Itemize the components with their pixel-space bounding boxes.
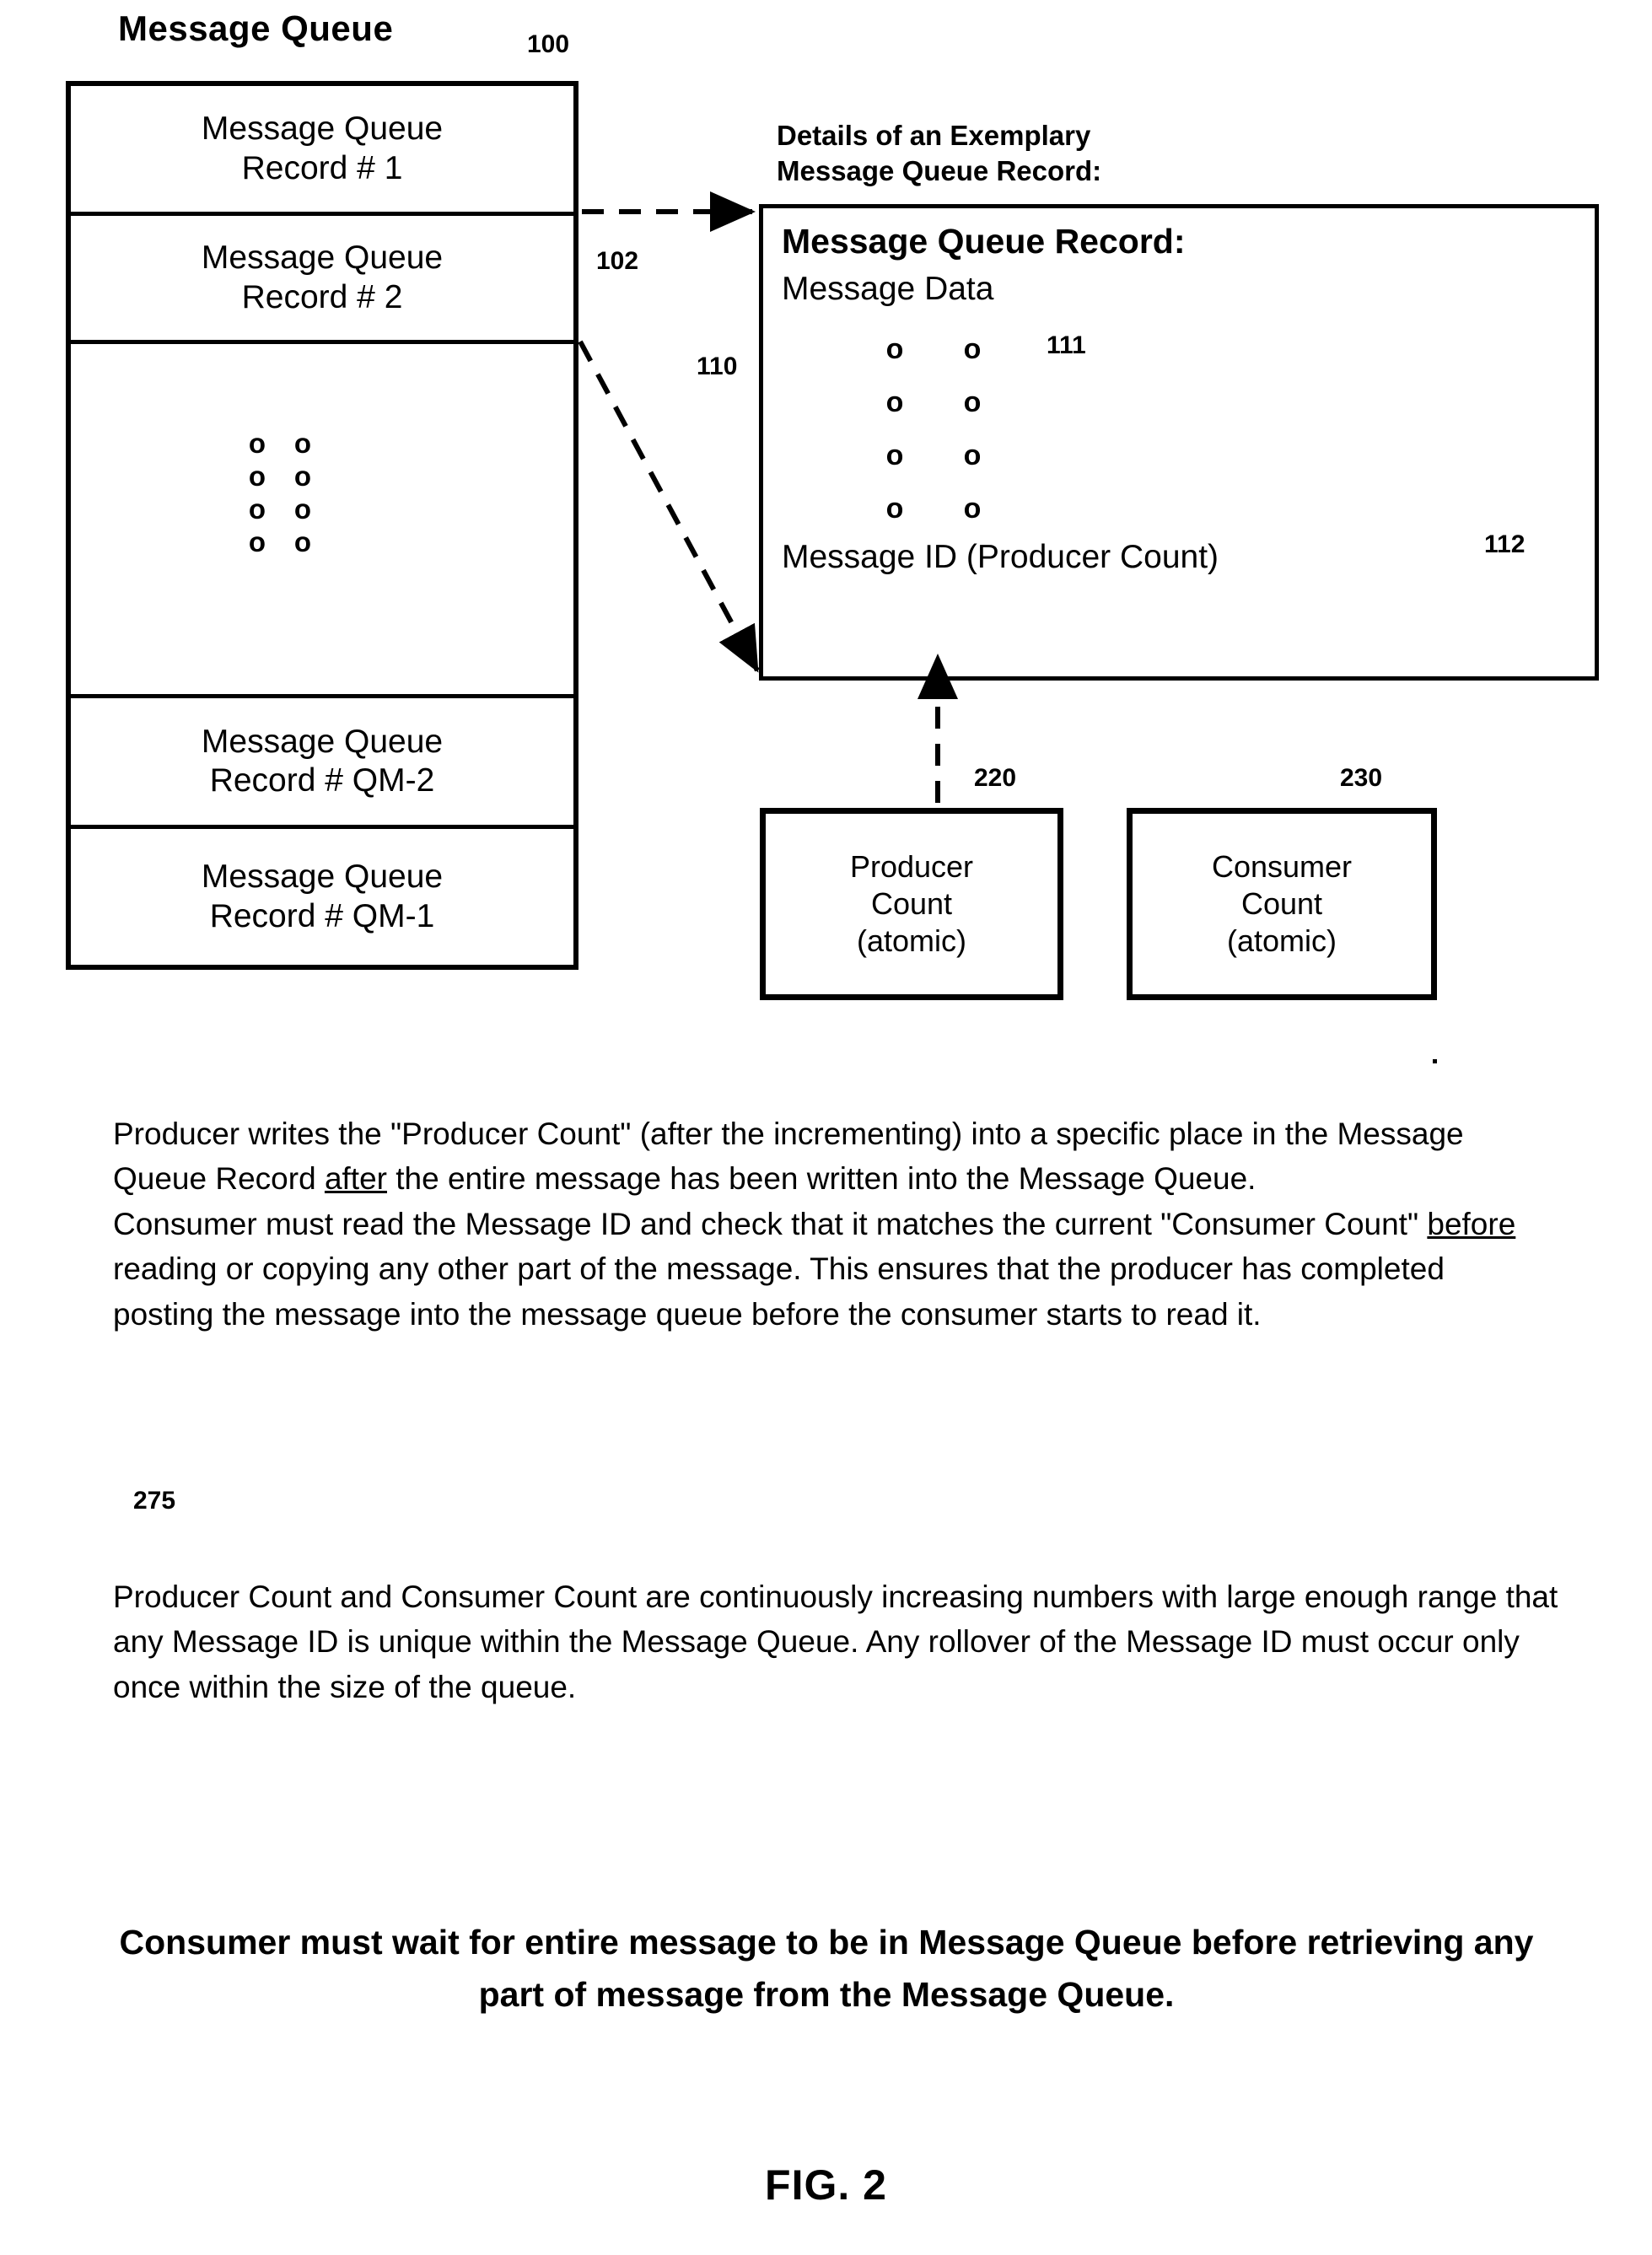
exemplary-message-queue-record-box: Message Queue Record: Message Data ooooo… xyxy=(759,204,1599,681)
reference-numeral-102: 102 xyxy=(596,247,639,275)
producer-count-line-2: Count xyxy=(870,886,953,922)
explanatory-text-block-2: Producer Count and Consumer Count are co… xyxy=(113,1574,1563,1709)
message-queue-record-row: Message Queue Record # QM-2 xyxy=(71,698,573,829)
record-line-1: Message Queue xyxy=(201,858,444,896)
record-line-2: Record # QM-2 xyxy=(209,762,435,799)
reference-numeral-220: 220 xyxy=(974,764,1017,792)
queue-ellipsis-dot: o xyxy=(248,428,266,459)
scan-speck xyxy=(1433,1059,1437,1063)
queue-ellipsis-dot: o xyxy=(248,493,266,525)
reference-numeral-111: 111 xyxy=(1047,331,1086,359)
record-box-title: Message Queue Record: xyxy=(782,222,1186,261)
record-ellipsis-dot: o xyxy=(885,439,904,471)
reference-numeral-100: 100 xyxy=(527,30,570,58)
producer-count-line-1: Producer xyxy=(849,849,974,885)
record-line-1: Message Queue xyxy=(201,239,444,277)
record-ellipsis-dot: o xyxy=(963,333,982,365)
message-queue-record-row: Message Queue Record # QM-1 xyxy=(71,829,573,965)
record-line-2: Record # 1 xyxy=(241,149,403,186)
record-line-1: Message Queue xyxy=(201,723,444,760)
message-queue-title: Message Queue xyxy=(118,8,394,48)
record-ellipsis-dot: o xyxy=(885,492,904,525)
paragraph-consumer-must-read: Consumer must read the Message ID and ch… xyxy=(113,1202,1547,1337)
pointer-arrow-record-detail xyxy=(578,340,760,673)
producer-count-line-3: (atomic) xyxy=(856,923,966,958)
para2-part-b: reading or copying any other part of the… xyxy=(113,1251,1445,1332)
details-label-line-1: Details of an Exemplary xyxy=(777,120,1091,151)
consumer-count-box: Consumer Count (atomic) xyxy=(1127,808,1437,1000)
message-queue-record-row: Message Queue Record # 2 xyxy=(71,216,573,344)
consumer-count-line-3: (atomic) xyxy=(1226,923,1337,958)
explanatory-text-block-1: Producer writes the "Producer Count" (af… xyxy=(113,1111,1547,1337)
record-ellipsis-dot: o xyxy=(963,439,982,471)
details-of-exemplary-record-label: Details of an Exemplary Message Queue Re… xyxy=(777,118,1101,189)
figure-caption: FIG. 2 xyxy=(765,2161,887,2209)
reference-numeral-110: 110 xyxy=(697,353,738,380)
producer-count-box: Producer Count (atomic) xyxy=(760,808,1063,1000)
record-ellipsis-dot: o xyxy=(885,333,904,365)
record-message-id-label: Message ID (Producer Count) xyxy=(782,539,1219,575)
reference-numeral-230: 230 xyxy=(1340,764,1383,792)
reference-numeral-112: 112 xyxy=(1484,530,1526,558)
para2-underlined-before: before xyxy=(1427,1206,1516,1241)
conclusion-statement: Consumer must wait for entire message to… xyxy=(119,1923,1534,2014)
details-label-line-2: Message Queue Record: xyxy=(777,155,1102,187)
record-ellipsis-dot: o xyxy=(885,386,904,418)
para2-part-a: Consumer must read the Message ID and ch… xyxy=(113,1206,1428,1241)
para1-underlined-after: after xyxy=(324,1161,387,1197)
record-line-1: Message Queue xyxy=(201,110,444,148)
para1-part-b: the entire message has been written into… xyxy=(386,1161,1256,1197)
record-line-2: Record # QM-1 xyxy=(209,897,435,934)
reference-numeral-275: 275 xyxy=(133,1487,176,1515)
record-ellipsis-dots-grid: oooooooo xyxy=(856,323,1011,535)
record-ellipsis-dot: o xyxy=(963,386,982,418)
message-queue-box: Message Queue Record # 1 Message Queue R… xyxy=(66,81,578,970)
record-box-message-data-label: Message Data xyxy=(782,271,994,307)
queue-ellipsis-dot: o xyxy=(293,428,312,459)
consumer-count-line-1: Consumer xyxy=(1211,849,1353,885)
figure-diagram: Message Queue 100 Message Queue Record #… xyxy=(0,0,1652,1054)
queue-ellipsis-dot: o xyxy=(293,460,312,492)
record-line-2: Record # 2 xyxy=(241,278,403,315)
queue-ellipsis-dots-grid: oooooooo xyxy=(234,427,326,558)
paragraph-counts-increasing: Producer Count and Consumer Count are co… xyxy=(113,1580,1558,1704)
paragraph-producer-writes: Producer writes the "Producer Count" (af… xyxy=(113,1111,1547,1202)
consumer-count-line-2: Count xyxy=(1240,886,1323,922)
queue-ellipsis-dot: o xyxy=(293,493,312,525)
record-ellipsis-dot: o xyxy=(963,492,982,525)
queue-ellipsis-dot: o xyxy=(293,526,312,557)
queue-ellipsis-dot: o xyxy=(248,460,266,492)
message-queue-record-row: Message Queue Record # 1 xyxy=(71,86,573,216)
queue-ellipsis-dot: o xyxy=(248,526,266,557)
